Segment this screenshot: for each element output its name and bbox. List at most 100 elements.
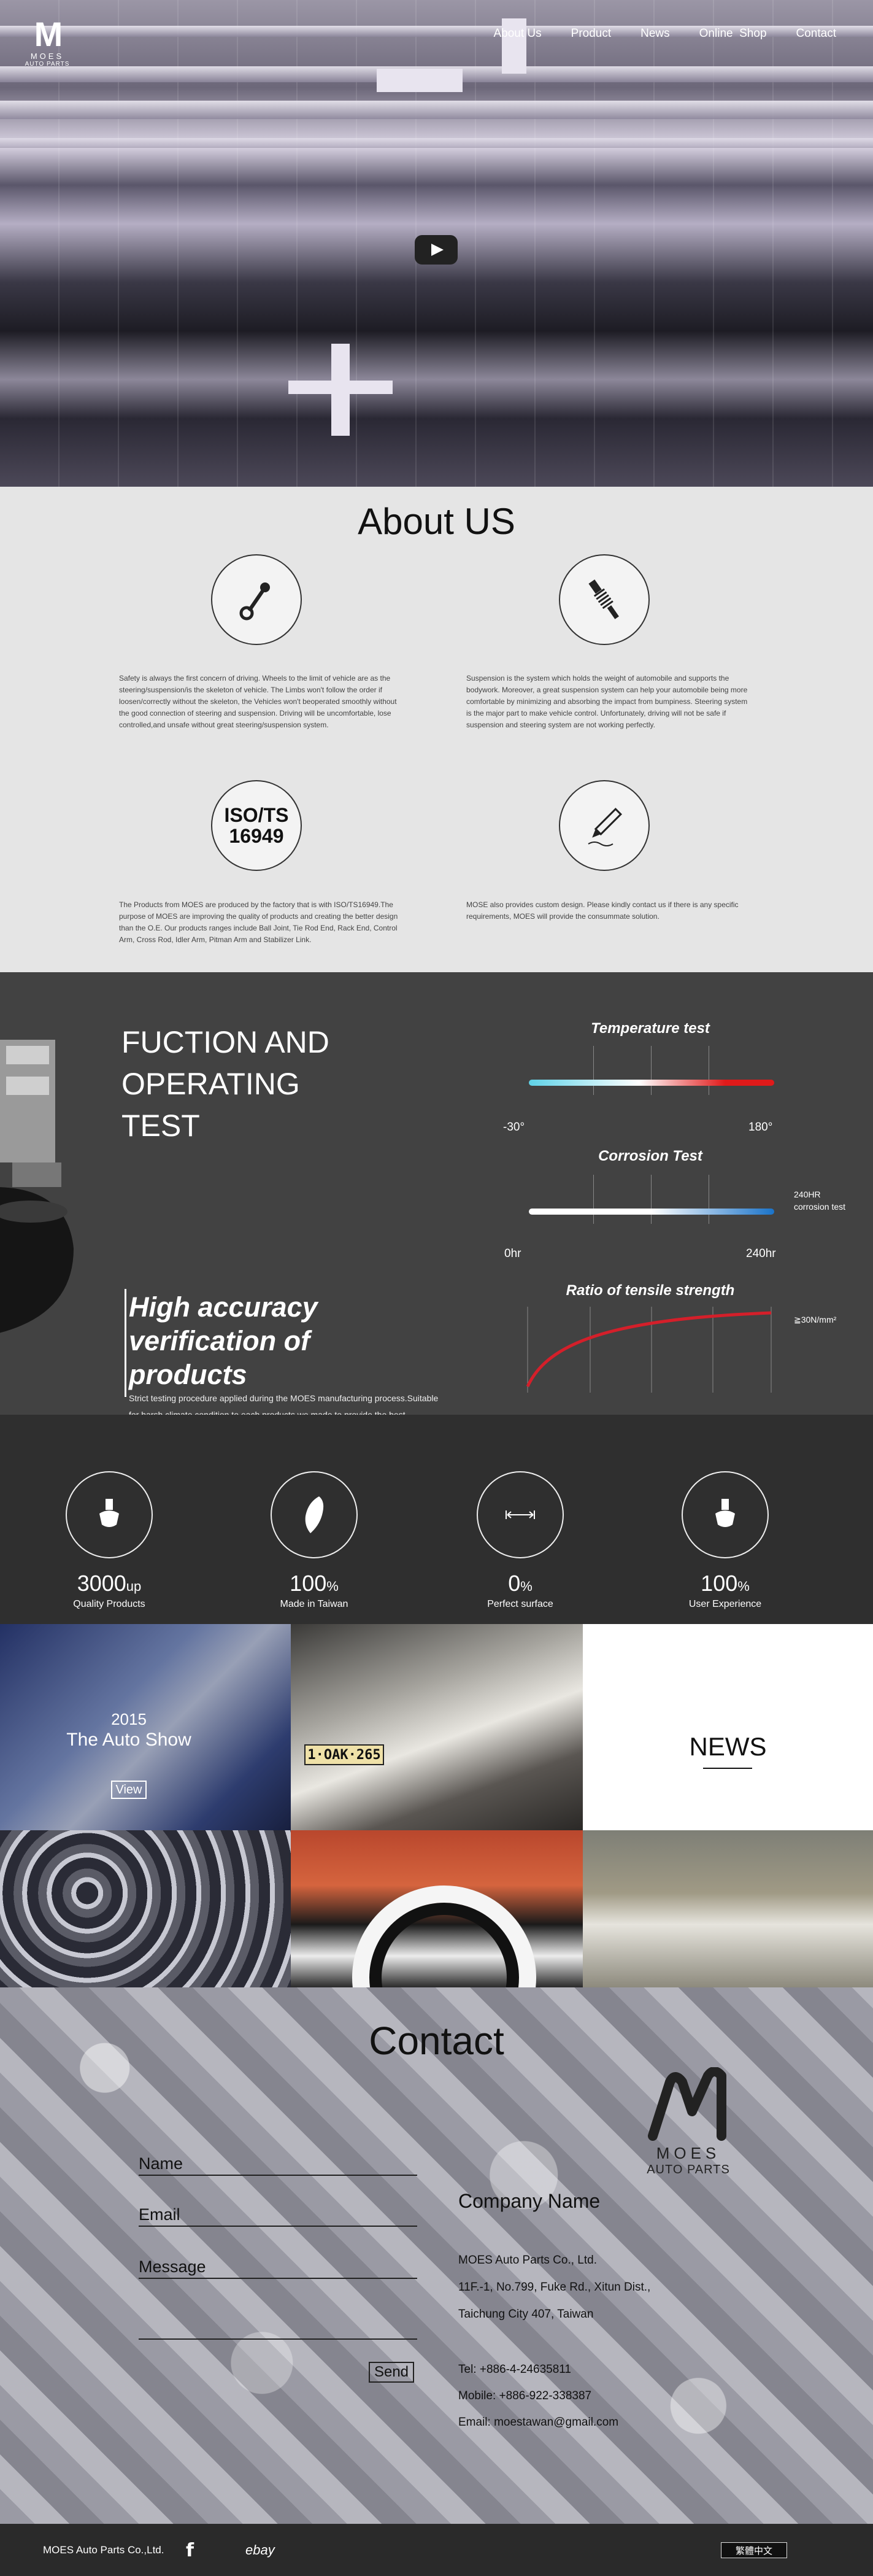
nav-news[interactable]: News bbox=[640, 27, 670, 41]
logo-brand-name: MOES bbox=[30, 52, 64, 61]
facebook-icon[interactable]: f bbox=[186, 2540, 194, 2561]
logo-line-1: MOES bbox=[656, 2144, 721, 2162]
temperature-test-title: Temperature test bbox=[591, 1020, 710, 1037]
hero-bracket bbox=[377, 69, 463, 92]
tensile-curve bbox=[526, 1311, 772, 1388]
stat-unit: % bbox=[737, 1579, 750, 1594]
stat-unit: % bbox=[326, 1579, 339, 1594]
stat-unit: % bbox=[520, 1579, 533, 1594]
stat-perfect-surface: 0% Perfect surface bbox=[447, 1471, 594, 1610]
about-title: About US bbox=[358, 501, 515, 542]
contact-phone: Tel: +886-4-24635811 bbox=[458, 2363, 571, 2376]
news-tile-auto-show[interactable]: 2015 The Auto Show View bbox=[0, 1624, 291, 1830]
stat-value: 100 bbox=[701, 1571, 738, 1596]
nav-online-shop[interactable]: Online Shop bbox=[699, 27, 767, 41]
stat-quality: 3000up Quality Products bbox=[36, 1471, 183, 1610]
gridline bbox=[593, 1175, 594, 1224]
stat-label: Perfect surface bbox=[487, 1599, 553, 1609]
gridline bbox=[651, 1046, 652, 1095]
news-tile-classic-car[interactable]: 1·OAK·265 bbox=[291, 1624, 583, 1830]
contact-line: Taichung City 407, Taiwan bbox=[458, 2308, 594, 2321]
logo-mark-icon: M bbox=[34, 15, 63, 53]
hero-post bbox=[288, 381, 393, 394]
arrows-width-icon bbox=[477, 1471, 564, 1558]
ebay-icon[interactable]: ebay bbox=[245, 2542, 275, 2558]
logo-line-2: AUTO PARTS bbox=[647, 2163, 730, 2176]
taiwan-map-icon bbox=[271, 1471, 358, 1558]
nav-about[interactable]: About Us bbox=[494, 27, 542, 41]
corrosion-test-title: Corrosion Test bbox=[598, 1148, 702, 1164]
headline-accent-bar bbox=[125, 1289, 126, 1397]
gridline bbox=[593, 1046, 594, 1095]
steering-rod-icon bbox=[211, 554, 302, 645]
headline-line: products bbox=[129, 1359, 247, 1390]
nav-product[interactable]: Product bbox=[571, 27, 611, 41]
ball-joint-icon bbox=[66, 1471, 153, 1558]
hero-video[interactable]: M MOES AUTO PARTS About Us Product News … bbox=[0, 0, 873, 487]
stat-label: Made in Taiwan bbox=[280, 1599, 348, 1609]
news-view-button[interactable]: View bbox=[111, 1781, 147, 1799]
pen-design-icon bbox=[559, 780, 650, 871]
stat-label: Quality Products bbox=[73, 1599, 145, 1609]
logo-brand-sub: AUTO PARTS bbox=[25, 61, 70, 68]
news-grid: 2015 The Auto Show View 1·OAK·265 NEWS bbox=[0, 1624, 873, 1987]
contact-line: MOES Auto Parts Co., Ltd. bbox=[458, 2254, 597, 2267]
corrosion-min-label: 0hr bbox=[504, 1247, 521, 1260]
play-button[interactable] bbox=[415, 235, 458, 265]
news-tile-parts[interactable] bbox=[0, 1830, 291, 1987]
ball-joint-product-image bbox=[0, 1027, 117, 1383]
stat-value: 3000 bbox=[77, 1571, 126, 1596]
corrosion-bar bbox=[529, 1209, 774, 1215]
corrosion-note: 240HR corrosion test bbox=[794, 1188, 845, 1213]
iso-line-1: ISO/TS bbox=[224, 804, 289, 826]
main-nav: About Us Product News Online Shop Contac… bbox=[494, 27, 837, 41]
test-headline: High accuracy verification of products bbox=[129, 1290, 387, 1391]
send-button[interactable]: Send bbox=[369, 2362, 414, 2383]
message-field[interactable]: Message bbox=[139, 2257, 417, 2279]
corrosion-max-label: 240hr bbox=[746, 1247, 776, 1260]
about-text-1: Safety is always the first concern of dr… bbox=[119, 674, 397, 729]
hero-rail bbox=[0, 101, 873, 119]
contact-email[interactable]: Email: moestawan@gmail.com bbox=[458, 2416, 618, 2429]
shock-absorber-icon bbox=[559, 554, 650, 645]
email-field[interactable]: Email bbox=[139, 2205, 417, 2227]
nav-contact[interactable]: Contact bbox=[796, 27, 836, 41]
message-textarea-line[interactable] bbox=[139, 2335, 417, 2340]
stats-section: 3000up Quality Products 100% Made in Tai… bbox=[0, 1415, 873, 1624]
about-text-3: The Products from MOES are produced by t… bbox=[119, 900, 398, 944]
news-tile-rally-car[interactable] bbox=[583, 1830, 873, 1987]
contact-logo: MOES AUTO PARTS bbox=[645, 2067, 731, 2177]
temperature-max-label: 180° bbox=[748, 1121, 773, 1134]
name-field[interactable]: Name bbox=[139, 2154, 417, 2176]
headline-line: verification of bbox=[129, 1325, 310, 1356]
contact-mobile: Mobile: +886-922-338387 bbox=[458, 2389, 592, 2402]
contact-section: Contact Name Email Message Send MOES AUT… bbox=[0, 1987, 873, 2524]
temperature-bar bbox=[529, 1080, 774, 1086]
iso-certificate-icon: ISO/TS 16949 bbox=[211, 780, 302, 871]
news-title: NEWS bbox=[689, 1732, 767, 1761]
hero-rail bbox=[0, 138, 873, 148]
contact-title: Contact bbox=[369, 2019, 504, 2063]
about-text-4: MOSE also provides custom design. Please… bbox=[466, 900, 739, 921]
test-title: FUCTION AND OPERATING TEST bbox=[121, 1021, 367, 1147]
gridline bbox=[651, 1175, 652, 1224]
stat-label: User Experience bbox=[688, 1599, 762, 1609]
news-tile-wheel[interactable] bbox=[291, 1830, 583, 1987]
corrosion-note-line: 240HR bbox=[794, 1189, 821, 1199]
corrosion-note-line: corrosion test bbox=[794, 1202, 846, 1212]
contact-line: 11F.-1, No.799, Fuke Rd., Xitun Dist., bbox=[458, 2281, 651, 2294]
test-title-line: FUCTION AND bbox=[121, 1025, 329, 1059]
test-title-line: OPERATING bbox=[121, 1067, 300, 1101]
company-name: Company Name bbox=[458, 2190, 601, 2212]
temperature-min-label: -30° bbox=[503, 1121, 525, 1134]
stat-value: 100 bbox=[290, 1571, 327, 1596]
headline-line: High accuracy bbox=[129, 1291, 318, 1323]
ball-joint-icon bbox=[682, 1471, 769, 1558]
brand-logo[interactable]: M MOES AUTO PARTS bbox=[20, 17, 75, 68]
test-section: FUCTION AND OPERATING TEST High accuracy… bbox=[0, 972, 873, 1436]
language-switch-button[interactable]: 繁體中文 bbox=[721, 2542, 787, 2558]
stat-user-experience: 100% User Experience bbox=[652, 1471, 799, 1610]
about-text-2: Suspension is the system which holds the… bbox=[466, 674, 748, 729]
news-headline: The Auto Show bbox=[66, 1730, 191, 1750]
news-title-underline bbox=[703, 1768, 752, 1769]
